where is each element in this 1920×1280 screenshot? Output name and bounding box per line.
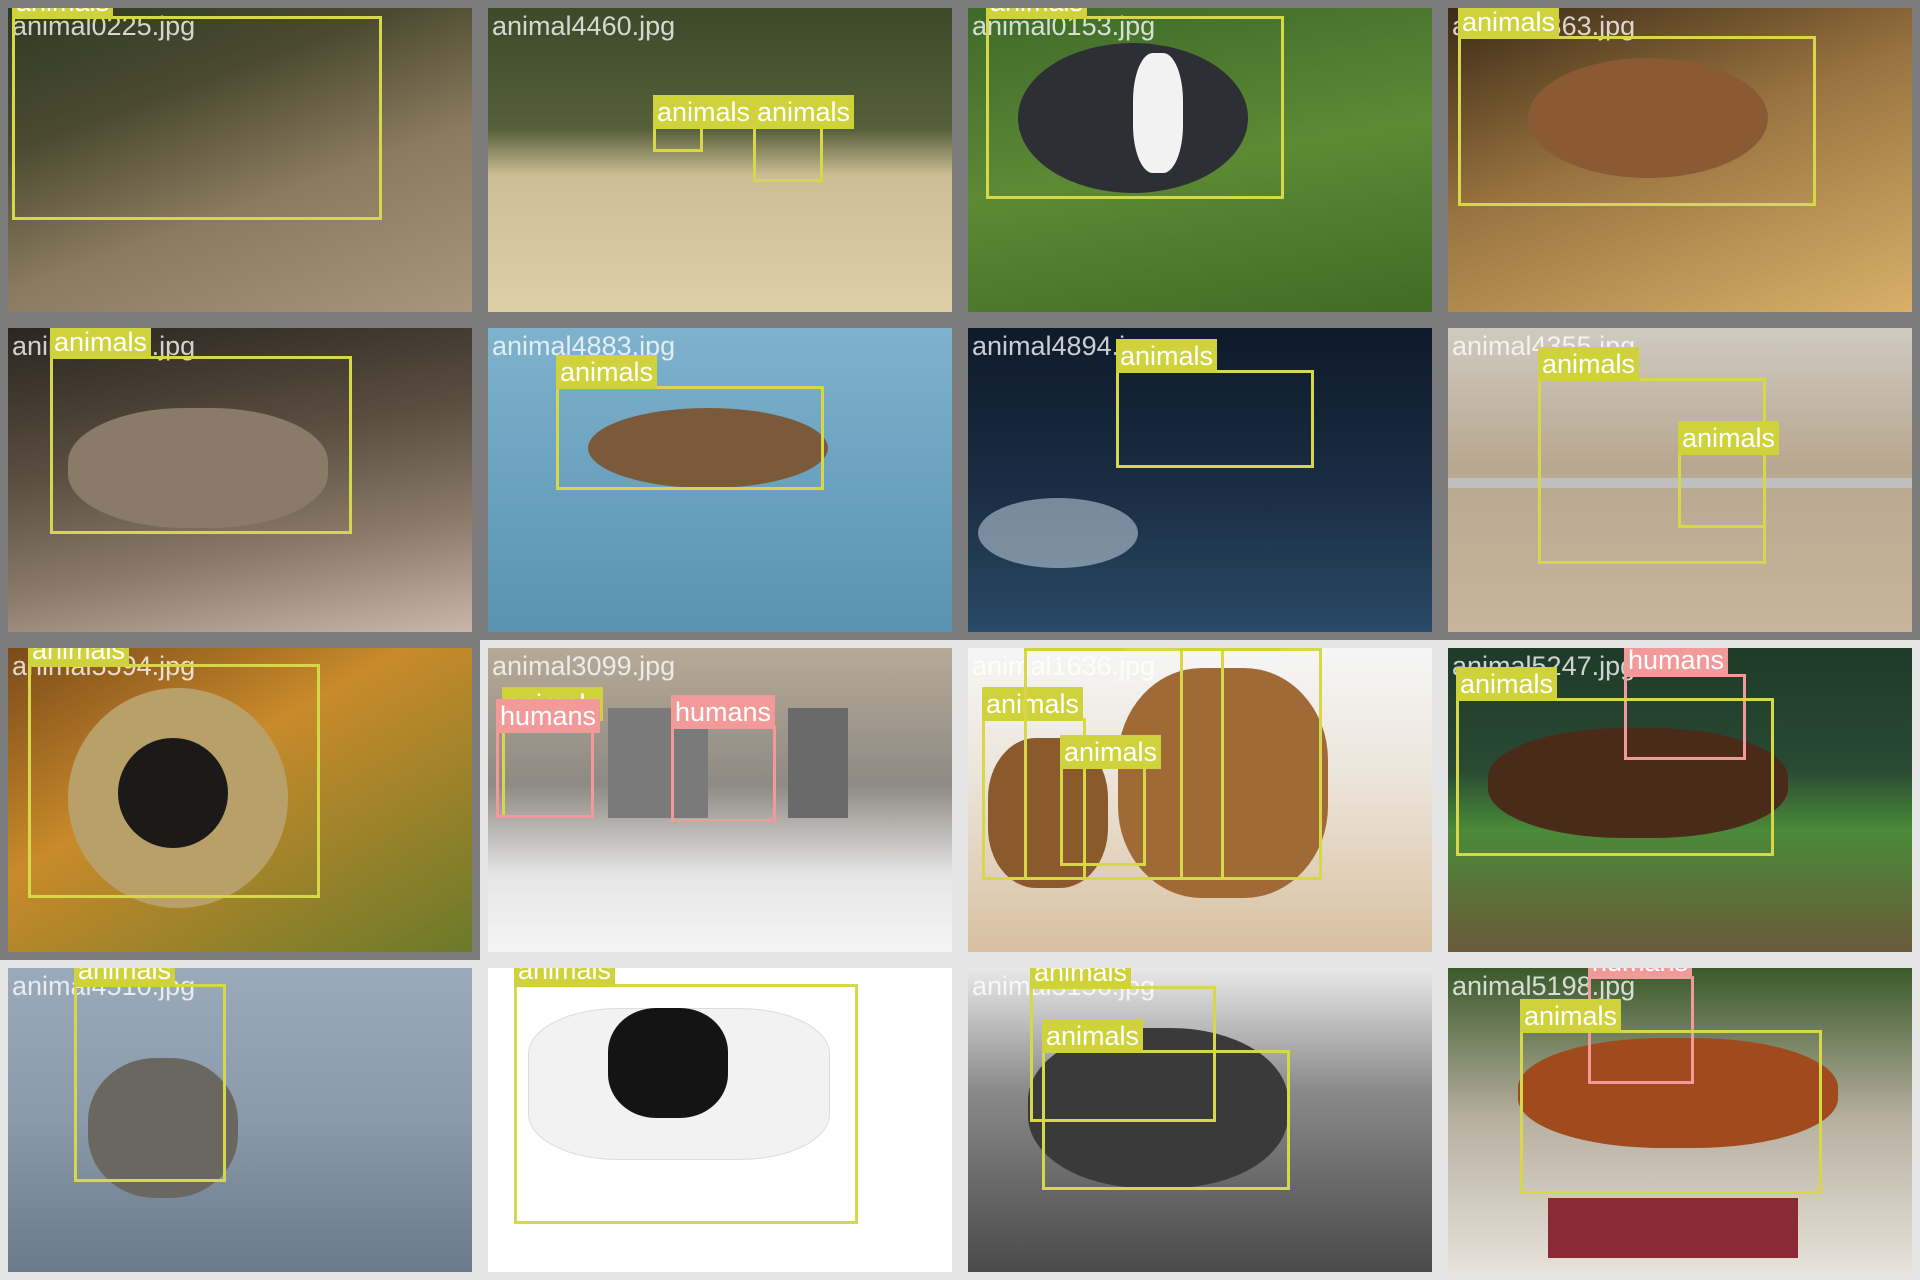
image-tile[interactable]: animal5594.jpg animals <box>0 640 480 960</box>
bbox-label: animals <box>1456 667 1558 701</box>
bbox-animals: animals <box>986 8 1284 199</box>
bbox-label: animals <box>1030 968 1132 989</box>
image-tile[interactable]: animal0153.jpg animals <box>960 0 1440 320</box>
bbox-label: animals <box>12 8 114 19</box>
bbox-label: animals <box>1538 347 1640 381</box>
bbox-label: animals <box>986 8 1088 19</box>
image-tile[interactable]: animal4460.jpg animals animals <box>480 0 960 320</box>
image-tile[interactable]: animal4528.jpg animals <box>480 960 960 1280</box>
image-tile[interactable]: animal5198.jpg humans animals <box>1440 960 1920 1280</box>
bbox-label: animals <box>50 328 152 359</box>
bbox-label: animals <box>28 648 130 667</box>
bbox-label: animals <box>514 968 616 987</box>
bbox-label: humans <box>496 699 601 733</box>
bbox-label: animals <box>1458 8 1560 39</box>
bbox-label: animals <box>74 968 176 987</box>
bbox-animals: animals <box>1456 667 1774 856</box>
bbox-label: humans <box>671 695 776 729</box>
bbox-animals: animals <box>1678 421 1780 528</box>
bbox-animals: animals <box>556 355 824 490</box>
bbox-label: humans <box>1588 968 1693 979</box>
bbox-label: animals <box>753 95 855 129</box>
bbox-label: animals <box>1042 1019 1144 1053</box>
bbox-label: animals <box>1024 648 1126 651</box>
bbox-label: animals <box>1116 339 1218 373</box>
bbox-animals: animals <box>1060 735 1162 866</box>
image-tile[interactable]: animal4355.jpg animals animals <box>1440 320 1920 640</box>
bbox-label: animals <box>1060 735 1162 769</box>
bbox-animals: animals <box>1520 999 1822 1194</box>
bbox-animals: animals <box>50 328 352 534</box>
bbox-label: animals <box>556 355 658 389</box>
bbox-animals: animals <box>1116 339 1314 468</box>
image-tile[interactable]: animal5156.jpg animals animals <box>960 960 1440 1280</box>
bbox-label: animals <box>653 95 755 129</box>
image-tile[interactable]: animal4363.jpg animals <box>1440 0 1920 320</box>
bbox-animals: animals <box>28 648 320 898</box>
bbox-animals: animals <box>753 95 855 182</box>
bbox-animals: animals <box>1042 1019 1290 1190</box>
detection-grid: animal0225.jpg animals animal4460.jpg an… <box>0 0 1920 1280</box>
photo-cows-field <box>488 8 952 312</box>
image-tile[interactable]: animal1636.jpg animals animals animals a… <box>960 640 1440 960</box>
image-tile[interactable]: animal4050.jpg animals <box>0 320 480 640</box>
bbox-label: animals <box>1180 648 1282 651</box>
bbox-animals: animals <box>1180 648 1322 880</box>
bbox-animals: animals <box>514 968 858 1224</box>
bbox-animals: animals <box>74 968 226 1182</box>
image-tile[interactable]: animal3099.jpg animals humans humans <box>480 640 960 960</box>
image-tile[interactable]: animal0225.jpg animals <box>0 0 480 320</box>
image-tile[interactable]: animal5247.jpg humans animals <box>1440 640 1920 960</box>
image-tile[interactable]: animal4883.jpg animals <box>480 320 960 640</box>
bbox-label: animals <box>1520 999 1622 1033</box>
bbox-animals: animals <box>1458 8 1816 206</box>
bbox-animals: animals <box>12 8 382 220</box>
bbox-animals: animals <box>653 95 755 152</box>
bbox-humans: humans <box>496 699 601 818</box>
image-tile[interactable]: animal4510.jpg animals <box>0 960 480 1280</box>
bbox-label: humans <box>1624 648 1729 677</box>
bbox-label: animals <box>1678 421 1780 455</box>
image-tile[interactable]: animal4894.jpg animals <box>960 320 1440 640</box>
bbox-humans: humans <box>671 695 776 822</box>
